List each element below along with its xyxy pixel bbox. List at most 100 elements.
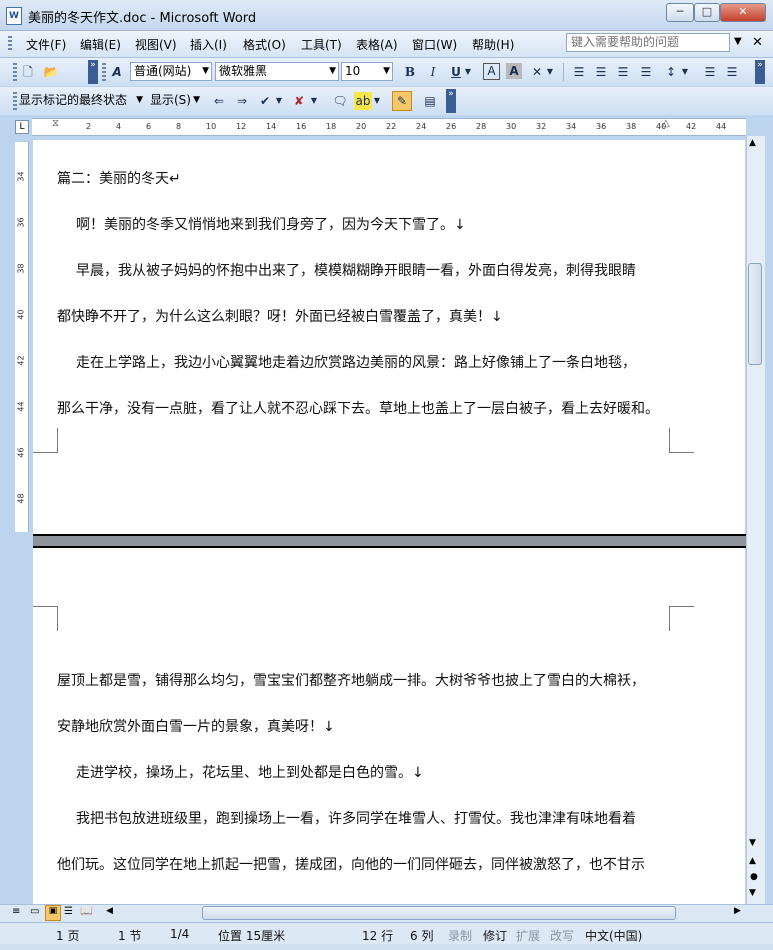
doc-paragraph[interactable]: 走在上学路上，我边小心翼翼地走着边欣赏路边美丽的风景：路上好像铺上了一条白地毯， (76, 352, 636, 372)
font-dropdown[interactable]: 微软雅黑 ▼ (215, 62, 339, 81)
highlight-dropdown-icon[interactable]: ▼ (372, 92, 382, 110)
tab-selector[interactable]: L (15, 120, 29, 134)
doc-paragraph[interactable]: 篇二：美丽的冬天↵ (57, 168, 181, 188)
doc-paragraph[interactable]: 都快睁不开了，为什么这么刺眼？呀！外面已经被白雪覆盖了，真美！↓ (57, 306, 503, 326)
toolbar-grip[interactable] (13, 92, 17, 110)
toolbar-overflow-icon[interactable]: » (88, 60, 98, 84)
doc-paragraph[interactable]: 早晨，我从被子妈妈的怀抱中出来了，模模糊糊睁开眼睛一看，外面白得发亮，刺得我眼睛 (76, 260, 636, 280)
maximize-button[interactable]: □ (694, 3, 720, 22)
doc-paragraph[interactable]: 他们玩。这位同学在地上抓起一把雪，搓成团，向他的一们同伴砸去，同伴被激怒了，也不… (57, 854, 645, 874)
doc-paragraph[interactable]: 啊！美丽的冬季又悄悄地来到我们身旁了，因为今天下雪了。↓ (76, 214, 466, 234)
menu-help[interactable]: 帮助(H) (472, 36, 514, 53)
status-extend[interactable]: 扩展 (516, 927, 540, 944)
menu-tools[interactable]: 工具(T) (301, 36, 342, 53)
char-border-icon[interactable]: A (483, 63, 500, 80)
bullets-icon[interactable]: ☰ (723, 63, 741, 81)
italic-button[interactable]: I (424, 63, 442, 81)
line-spacing-dropdown-icon[interactable]: ▼ (680, 63, 690, 81)
vertical-scroll-thumb[interactable] (748, 263, 762, 365)
menu-window[interactable]: 窗口(W) (412, 36, 457, 53)
style-dropdown[interactable]: 普通(网站) ▼ (130, 62, 212, 81)
status-overtype[interactable]: 改写 (550, 927, 574, 944)
outline-view-icon[interactable]: ☰ (64, 906, 73, 917)
numbering-icon[interactable]: ☰ (701, 63, 719, 81)
close-button[interactable]: ✕ (720, 3, 766, 22)
crop-mark (33, 428, 58, 453)
menu-insert[interactable]: 插入(I) (190, 36, 227, 53)
doc-paragraph[interactable]: 我把书包放进班级里，跑到操场上一看，许多同学在堆雪人、打雪仗。我也津津有味地看着 (76, 808, 636, 828)
next-page-icon[interactable]: ▼ (749, 888, 756, 898)
reviewing-pane-icon[interactable]: ▤ (421, 92, 439, 110)
vertical-scrollbar[interactable] (746, 136, 765, 904)
scroll-down-icon[interactable]: ▼ (749, 838, 756, 848)
scroll-up-icon[interactable]: ▲ (749, 138, 756, 148)
justify-icon[interactable]: ☰ (637, 63, 655, 81)
indent-marker[interactable]: ⧖ (52, 118, 59, 129)
reject-dropdown-icon[interactable]: ▼ (309, 92, 319, 110)
toolbar-overflow-icon[interactable]: » (755, 60, 765, 84)
menu-format[interactable]: 格式(O) (243, 36, 286, 53)
status-track[interactable]: 修订 (483, 927, 507, 944)
next-change-icon[interactable]: ⇒ (233, 92, 251, 110)
align-center-icon[interactable]: ☰ (592, 63, 610, 81)
styles-icon[interactable]: A (108, 63, 126, 81)
menu-edit[interactable]: 编辑(E) (80, 36, 121, 53)
accept-change-icon[interactable]: ✔ (256, 92, 274, 110)
open-folder-icon[interactable]: 📂 (42, 63, 60, 81)
doc-paragraph[interactable]: 走进学校，操场上，花坛里、地上到处都是白色的雪。↓ (76, 762, 424, 782)
help-dropdown-icon[interactable]: ▼ (734, 36, 742, 47)
align-right-icon[interactable]: ☰ (614, 63, 632, 81)
track-changes-icon[interactable]: ✎ (392, 91, 412, 111)
ruler-tick-label: 42 (686, 122, 697, 131)
print-view-icon[interactable]: ▣ (45, 905, 61, 921)
toolbar-grip[interactable] (13, 63, 17, 81)
line-spacing-icon[interactable]: ↕ (662, 63, 680, 81)
toolbar-grip[interactable] (102, 63, 106, 81)
highlight-icon[interactable]: ab (354, 92, 372, 110)
previous-change-icon[interactable]: ⇐ (210, 92, 228, 110)
align-left-icon[interactable]: ☰ (570, 63, 588, 81)
previous-page-icon[interactable]: ▲ (749, 856, 756, 866)
doc-close-icon[interactable]: ✕ (752, 35, 763, 50)
status-section: 1 节 (118, 929, 142, 943)
char-shading-icon[interactable]: A (506, 63, 522, 79)
horizontal-scroll-thumb[interactable] (202, 906, 676, 920)
normal-view-icon[interactable]: ≡ (12, 906, 20, 917)
menu-view[interactable]: 视图(V) (135, 36, 177, 53)
scroll-left-icon[interactable]: ◀ (106, 906, 113, 916)
horizontal-ruler[interactable]: 2 4 6 8 10 12 14 16 18 20 22 24 26 28 30 32 34 36 38 40 42 44 (32, 118, 746, 136)
help-search-input[interactable] (566, 33, 730, 52)
document-page[interactable]: 屋顶上都是雪，铺得那么均匀，雪宝宝们都整齐地躺成一排。大树爷爷也披上了雪白的大棉… (33, 548, 745, 904)
font-size-dropdown[interactable]: 10 ▼ (341, 62, 393, 81)
new-comment-icon[interactable]: 🗨 (331, 92, 349, 110)
style-value: 普通(网站) (134, 64, 192, 78)
menubar-grip[interactable] (8, 36, 12, 52)
doc-paragraph[interactable]: 屋顶上都是雪，铺得那么均匀，雪宝宝们都整齐地躺成一排。大树爷爷也披上了雪白的大棉… (57, 670, 645, 690)
scroll-right-icon[interactable]: ▶ (734, 906, 741, 916)
vertical-ruler[interactable]: 34 36 38 40 42 44 46 48 (15, 142, 29, 532)
char-scale-icon[interactable]: ✕ (528, 63, 546, 81)
browse-object-icon[interactable]: ● (750, 872, 758, 882)
reject-change-icon[interactable]: ✘ (290, 92, 308, 110)
reading-view-icon[interactable]: 📖 (80, 906, 92, 917)
new-document-icon[interactable]: 🗋 (19, 63, 37, 81)
document-page[interactable]: 篇二：美丽的冬天↵ 啊！美丽的冬季又悄悄地来到我们身旁了，因为今天下雪了。↓ 早… (33, 140, 745, 534)
bold-button[interactable]: B (401, 63, 419, 81)
menu-file[interactable]: 文件(F) (26, 36, 66, 53)
word-app-icon[interactable]: W (6, 7, 22, 25)
underline-dropdown-icon[interactable]: ▼ (463, 63, 473, 81)
toolbar-overflow-icon[interactable]: » (446, 89, 456, 113)
menu-table[interactable]: 表格(A) (356, 36, 398, 53)
ruler-tick-label: 20 (356, 122, 367, 131)
right-indent-marker[interactable]: △ (662, 118, 670, 129)
display-mode-dropdown[interactable]: 显示标记的最终状态 ▼ (19, 91, 143, 110)
ruler-tick-label: 6 (146, 122, 152, 131)
doc-paragraph[interactable]: 安静地欣赏外面白雪一片的景象，真美呀！↓ (57, 716, 335, 736)
doc-paragraph[interactable]: 那么干净，没有一点脏，看了让人就不忍心踩下去。草地上也盖上了一层白被子，看上去好… (57, 398, 659, 418)
minimize-button[interactable]: ─ (666, 3, 694, 22)
show-menu-button[interactable]: 显示(S) ▼ (150, 91, 200, 110)
accept-dropdown-icon[interactable]: ▼ (274, 92, 284, 110)
status-rec[interactable]: 录制 (448, 927, 472, 944)
char-scale-dropdown-icon[interactable]: ▼ (545, 63, 555, 81)
web-view-icon[interactable]: ▭ (30, 906, 39, 917)
